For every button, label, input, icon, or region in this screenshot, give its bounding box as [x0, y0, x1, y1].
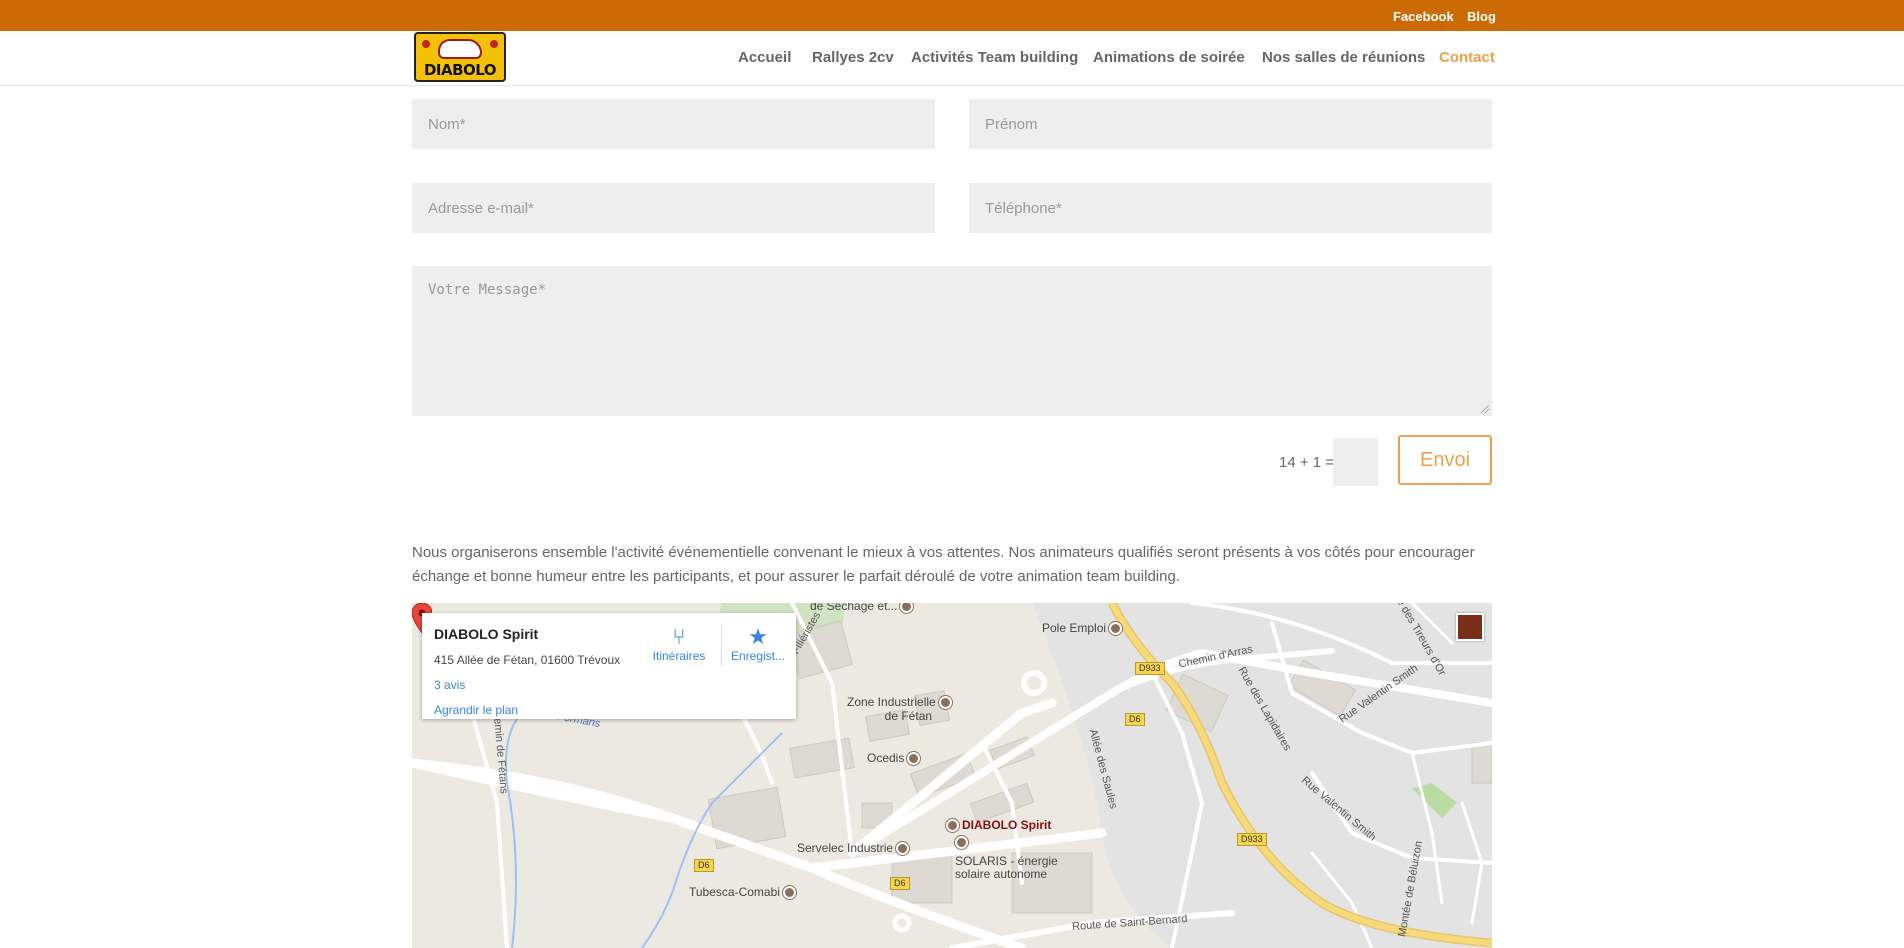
- nav-team-building[interactable]: Activités Team building: [911, 49, 1078, 66]
- map-label-text: Pole Emploi: [1042, 621, 1107, 635]
- road-shield-d6: D6: [694, 859, 714, 872]
- email-placeholder: Adresse e-mail*: [428, 199, 534, 217]
- map-label-servelec[interactable]: Servelec Industrie: [797, 841, 910, 856]
- nav-salles[interactable]: Nos salles de réunions: [1262, 49, 1425, 66]
- map-label-tubesca[interactable]: Tubesca-Comabi: [689, 885, 796, 900]
- nav-animations[interactable]: Animations de soirée: [1093, 49, 1245, 66]
- poi-icon: [955, 836, 968, 850]
- map-label-diabolo[interactable]: DIABOLO Spirit: [946, 818, 1052, 833]
- poi-icon: [782, 886, 796, 900]
- logo-text: DIABOLO: [423, 61, 497, 79]
- captcha-question: 14 + 1 =: [1279, 454, 1335, 471]
- map-label-text: de Fétan: [884, 709, 933, 724]
- directions-label: Itinéraires: [652, 649, 706, 663]
- card-divider: [721, 625, 722, 667]
- poi-icon: [907, 752, 921, 766]
- captcha-input[interactable]: [1333, 438, 1378, 486]
- map-label-zone-industrielle[interactable]: Zone Industrielle de Fétan: [847, 695, 952, 723]
- top-bar: Facebook Blog: [0, 0, 1904, 31]
- nav-rallyes[interactable]: Rallyes 2cv: [812, 49, 894, 66]
- message-textarea[interactable]: Votre Message*: [412, 266, 1492, 416]
- nom-input[interactable]: Nom*: [412, 99, 935, 149]
- map-label-text: Tubesca-Comabi: [689, 885, 780, 899]
- car-icon: [438, 39, 482, 59]
- submit-button[interactable]: Envoi: [1398, 435, 1492, 485]
- map-label-text: de Séchage et...: [810, 603, 898, 613]
- logo-dot: [490, 40, 498, 48]
- user-avatar-icon[interactable]: [1456, 613, 1484, 641]
- poi-icon: [900, 603, 914, 614]
- facebook-link[interactable]: Facebook: [1393, 9, 1454, 24]
- map-label-text: Zone Industrielle: [847, 695, 936, 709]
- phone-placeholder: Téléphone*: [985, 199, 1062, 217]
- map-label-text: SOLARIS - énergie: [955, 854, 1058, 868]
- map-label-sechage: de Séchage et...: [810, 603, 914, 614]
- map-label-text: Ocedis: [867, 751, 905, 765]
- phone-input[interactable]: Téléphone*: [969, 183, 1492, 233]
- road-shield-d6: D6: [1125, 713, 1145, 726]
- save-label: Enregist...: [730, 649, 786, 663]
- logo-dot: [422, 40, 430, 48]
- star-icon: ★: [748, 624, 768, 649]
- map-label-pole-emploi[interactable]: Pole Emploi: [1042, 621, 1123, 636]
- intro-paragraph: Nous organiserons ensemble l'activité év…: [412, 544, 1475, 585]
- resize-handle-icon[interactable]: [1481, 405, 1489, 413]
- directions-icon: ⑂: [672, 624, 686, 649]
- nom-placeholder: Nom*: [428, 115, 466, 133]
- header: DIABOLO Accueil Rallyes 2cv Activités Te…: [0, 31, 1904, 85]
- map-label-text: DIABOLO Spirit: [962, 818, 1052, 832]
- map-label-text: solaire autonome: [955, 867, 1048, 881]
- nav-accueil[interactable]: Accueil: [738, 49, 791, 66]
- nav-contact[interactable]: Contact: [1439, 49, 1495, 66]
- map-label-solaris-poi: [955, 835, 968, 850]
- poi-icon: [1109, 622, 1123, 636]
- road-shield-d933: D933: [1237, 833, 1267, 846]
- prenom-input[interactable]: Prénom: [969, 99, 1492, 149]
- place-title: DIABOLO Spirit: [434, 626, 539, 642]
- save-button[interactable]: ★ Enregist...: [723, 624, 793, 664]
- map-info-card: DIABOLO Spirit 415 Allée de Fétan, 01600…: [422, 613, 796, 719]
- blog-link[interactable]: Blog: [1467, 9, 1496, 24]
- poi-icon: [946, 819, 959, 833]
- directions-button[interactable]: ⑂ Itinéraires: [644, 624, 714, 664]
- prenom-placeholder: Prénom: [985, 115, 1038, 133]
- logo[interactable]: DIABOLO: [414, 32, 506, 82]
- enlarge-map-link[interactable]: Agrandir le plan: [434, 703, 518, 717]
- email-input[interactable]: Adresse e-mail*: [412, 183, 935, 233]
- poi-icon: [938, 696, 952, 710]
- road-shield-d933: D933: [1135, 662, 1165, 675]
- road-shield-d6: D6: [890, 877, 910, 890]
- map-label-text: Servelec Industrie: [797, 841, 894, 855]
- map-label-ocedis[interactable]: Ocedis: [867, 751, 921, 766]
- map[interactable]: de Séchage et... Pole Emploi Zone Indust…: [412, 603, 1492, 948]
- message-placeholder: Votre Message*: [428, 282, 547, 298]
- place-address: 415 Allée de Fétan, 01600 Trévoux: [434, 653, 621, 667]
- map-label-solaris[interactable]: SOLARIS - énergie solaire autonome: [955, 855, 1058, 881]
- reviews-link[interactable]: 3 avis: [434, 678, 465, 692]
- poi-icon: [896, 842, 910, 856]
